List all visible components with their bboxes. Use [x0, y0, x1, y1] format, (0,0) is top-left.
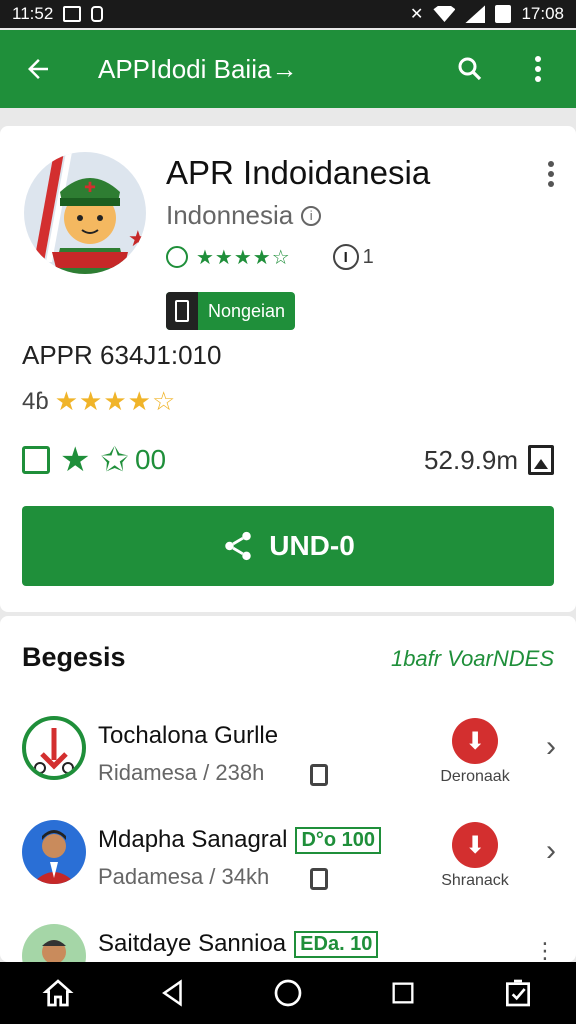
- signal-icon: [465, 5, 486, 23]
- chevron-right-icon[interactable]: ›: [546, 834, 556, 868]
- download-icon: ⬇: [464, 831, 486, 859]
- star-icon[interactable]: ★: [60, 443, 90, 477]
- rating-value: 4ɓ: [22, 387, 49, 415]
- status-time-right: 17:08: [521, 4, 564, 23]
- review-count: 1: [362, 245, 374, 268]
- back-arrow-icon: [28, 59, 48, 79]
- list-item-subtitle: Ridamesa / 238h: [98, 760, 265, 785]
- list-item[interactable]: Saitdaye Sannioa EDa. 10 ⋮: [0, 916, 576, 962]
- system-nav-bar: [0, 962, 576, 1024]
- svg-text:★: ★: [128, 226, 146, 251]
- badge-label: Nongeian: [208, 300, 286, 321]
- download-button[interactable]: ⬇: [452, 718, 498, 764]
- checkbox-icon[interactable]: [22, 446, 50, 474]
- phone-icon: [166, 292, 198, 330]
- app-developer[interactable]: Indonnesia i: [166, 200, 322, 231]
- review-count-icon: I: [332, 244, 359, 270]
- download-button[interactable]: ⬇: [452, 822, 498, 868]
- list-item-name: Mdapha Sanagral D°o 100: [98, 826, 382, 854]
- wifi-icon: [433, 6, 456, 22]
- nav-recents-button[interactable]: [379, 969, 427, 1017]
- checklist-icon: [506, 979, 531, 1007]
- star-outline-icon[interactable]: ✩: [100, 443, 129, 477]
- back-button[interactable]: [16, 47, 60, 91]
- list-item-tag: EDa. 10: [294, 930, 379, 958]
- list-item-name: Tochalona Gurlle: [98, 722, 279, 749]
- mute-icon: ✕: [410, 6, 424, 23]
- gold-star-rating: ★★★★☆: [54, 386, 177, 416]
- list-item-subtitle: Padamesa / 34kh: [98, 864, 270, 889]
- avatar: [22, 716, 86, 780]
- gallery-icon: [63, 6, 82, 22]
- chevron-right-icon[interactable]: ›: [546, 730, 556, 764]
- section-title: Begesis: [22, 642, 126, 672]
- status-bar: 11:52 ✕ 17:08: [0, 0, 576, 28]
- section-link[interactable]: 1bafr VoarNDES: [391, 646, 554, 672]
- device-icon: [310, 868, 328, 890]
- app-more-button[interactable]: [546, 160, 556, 193]
- list-item[interactable]: Mdapha Sanagral D°o 100 Padamesa / 34kh ⬇…: [0, 812, 576, 912]
- more-vert-icon: [535, 56, 541, 82]
- related-apps-card: Begesis 1bafr VoarNDES Tochalona Gurlle …: [0, 616, 576, 962]
- app-bar-title: APPIdodi Baiia→: [98, 53, 298, 84]
- storage-icon: [528, 445, 554, 475]
- nav-back-button[interactable]: [149, 969, 197, 1017]
- battery-icon: [495, 5, 512, 23]
- app-logo: ✚ ★: [24, 152, 146, 274]
- list-item-name: Saitdaye Sannioa EDa. 10: [98, 930, 379, 958]
- list-item[interactable]: Tochalona Gurlle Ridamesa / 238h ⬇ Deron…: [0, 708, 576, 808]
- green-star-rating: ★★★★☆: [196, 246, 291, 269]
- download-icon: ⬇: [464, 727, 486, 755]
- app-size: 52.9.9m: [424, 444, 518, 475]
- more-vert-icon[interactable]: ⋮: [534, 938, 556, 962]
- back-triangle-icon: [161, 979, 182, 1007]
- stat-value: 00: [134, 444, 167, 475]
- top-rating-row: ★★★★☆ I 1: [166, 244, 374, 270]
- nav-center-button[interactable]: [264, 969, 312, 1017]
- info-icon[interactable]: i: [301, 205, 322, 226]
- primary-action-button[interactable]: UND-0: [22, 506, 554, 586]
- app-bar: APPIdodi Baiia→: [0, 30, 576, 108]
- app-name: APR Indoidanesia: [166, 154, 431, 191]
- overflow-menu-button[interactable]: [516, 47, 560, 91]
- status-left: 11:52: [12, 4, 104, 24]
- recents-icon: [392, 982, 414, 1004]
- more-vert-icon: [548, 161, 554, 187]
- category-badge[interactable]: Nongeian: [166, 292, 296, 330]
- rating-line: 4ɓ ★★★★☆: [22, 386, 176, 417]
- share-icon: [225, 531, 251, 561]
- status-time-left: 11:52: [12, 4, 54, 23]
- stats-row: ★ ✩ 00 52.9.9m: [22, 440, 554, 480]
- search-button[interactable]: [448, 47, 492, 91]
- primary-action-label: UND-0: [269, 530, 355, 561]
- svg-text:✚: ✚: [84, 179, 96, 195]
- download-label: Deronaak: [440, 768, 510, 785]
- avatar: [22, 820, 86, 884]
- home-icon: [42, 979, 74, 1007]
- avatar: [22, 924, 86, 962]
- notification-icon: [91, 6, 104, 22]
- verified-icon: [166, 246, 188, 268]
- search-icon: [458, 57, 482, 81]
- app-version: APPR 634J1:010: [22, 340, 222, 370]
- list-item-tag: D°o 100: [295, 826, 382, 854]
- nav-tasks-button[interactable]: [494, 969, 542, 1017]
- circle-home-icon: [274, 979, 302, 1007]
- developer-name: Indonnesia: [166, 200, 294, 230]
- nav-home-button[interactable]: [34, 969, 82, 1017]
- status-right: ✕ 17:08: [410, 4, 564, 24]
- download-label: Shranack: [441, 872, 509, 889]
- device-icon: [310, 764, 328, 786]
